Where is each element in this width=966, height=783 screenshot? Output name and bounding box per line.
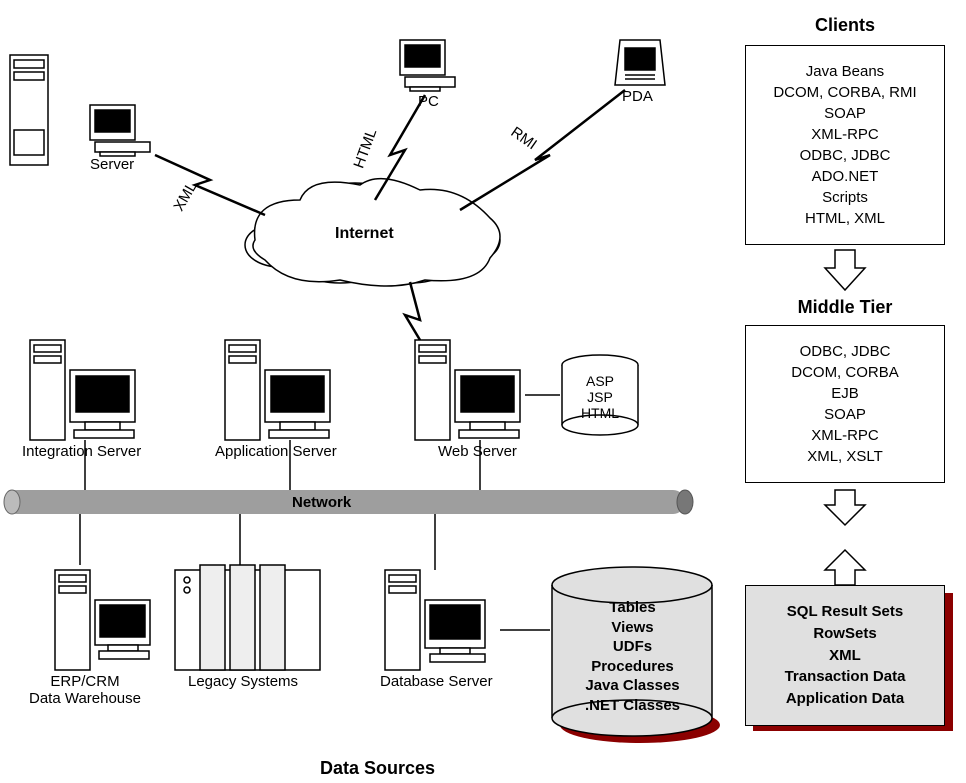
erp-label: ERP/CRM Data Warehouse <box>25 673 145 707</box>
web-label: Web Server <box>438 443 517 460</box>
clients-box: Java Beans DCOM, CORBA, RMI SOAP XML-RPC… <box>745 45 945 245</box>
data-box: SQL Result Sets RowSets XML Transaction … <box>745 585 945 726</box>
middletier-box: ODBC, JDBC DCOM, CORBA EJB SOAP XML-RPC … <box>745 325 945 483</box>
middletier-title: Middle Tier <box>740 297 950 318</box>
legacy-label: Legacy Systems <box>188 673 298 690</box>
tower-icon <box>10 55 48 165</box>
web-tech-list: ASP JSP HTML <box>565 373 635 421</box>
datasources-title: Data Sources <box>320 758 435 779</box>
internet-label: Internet <box>335 225 394 243</box>
application-label: Application Server <box>215 443 337 460</box>
bolt-web <box>405 282 420 340</box>
db-contents-list: Tables Views UDFs Procedures Java Classe… <box>555 598 710 715</box>
pc-label: PC <box>418 93 439 110</box>
html-label: HTML <box>350 126 380 170</box>
pda-icon <box>615 40 665 85</box>
integration-label: Integration Server <box>22 443 141 460</box>
pda-label: PDA <box>622 88 653 105</box>
pc-icon <box>400 40 455 91</box>
bolt-rmi <box>460 90 625 210</box>
clients-title: Clients <box>740 15 950 36</box>
dbserver-label: Database Server <box>380 673 493 690</box>
network-label: Network <box>288 494 355 511</box>
rmi-label: RMI <box>508 124 540 154</box>
xml-label: XML <box>170 179 200 214</box>
server-icon <box>90 105 150 156</box>
server-label: Server <box>90 156 134 173</box>
bolt-html <box>375 95 425 200</box>
